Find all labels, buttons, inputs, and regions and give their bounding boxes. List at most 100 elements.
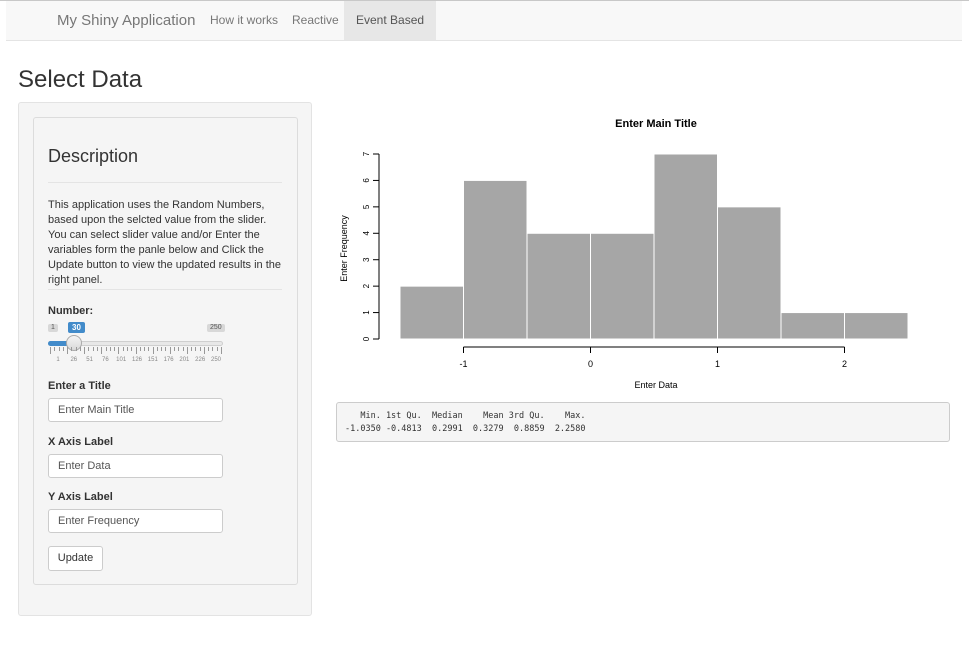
update-button[interactable]: Update [48,546,103,571]
slider-tick-label: 151 [147,357,158,363]
slider-tick [165,347,167,351]
slider-tick [62,347,64,351]
y-tick-label: 5 [362,204,371,209]
slider-tick-label: 201 [179,357,190,363]
y-axis-title: Enter Frequency [339,215,349,282]
slider-tick [109,347,111,351]
slider-max-label: 250 [207,324,225,332]
slider-tick [58,347,60,351]
slider-tick [203,347,205,354]
slider-tick [208,347,210,351]
slider-tick-label: 51 [86,357,93,363]
slider-value-label: 30 [68,322,85,333]
histogram-bar [844,312,909,340]
slider-tick [152,347,154,354]
nav-tab-event-based[interactable]: Event Based [344,1,437,40]
divider [48,182,282,183]
summary-output: Min. 1st Qu. Median Mean 3rd Qu. Max. -1… [336,402,950,442]
slider-tick [221,347,222,354]
slider-tick [84,347,86,354]
slider-tick-label: 226 [195,357,206,363]
slider-tick-label: 76 [102,357,109,363]
nav-tab-reactive[interactable]: Reactive [280,1,351,40]
y-tick-label: 4 [362,231,371,236]
slider-tick [216,347,218,351]
xaxis-input[interactable]: Enter Data [48,454,223,478]
slider-tick-label: 101 [116,357,127,363]
slider-tick [161,347,163,351]
slider-tick-label: 176 [163,357,174,363]
slider-tick [139,347,141,351]
slider-tick [178,347,180,351]
slider-tick-label: 1 [56,357,60,363]
description-title: Description [48,146,139,166]
slider-tick [97,347,99,351]
slider-tick [105,347,107,351]
slider-ticks [48,347,223,355]
slider-tick [122,347,124,351]
x-axis-title: Enter Data [634,380,677,390]
slider-tick [169,347,171,354]
y-tick-label: 7 [362,151,371,156]
nav-tab-how-it-works[interactable]: How it works [198,1,290,40]
slider-tick-label: 26 [70,357,78,363]
slider-tick [50,347,51,354]
histogram-bar [717,206,782,340]
histogram-chart: Enter Main Title -1 0 1 2 Enter Data 0 1 2 3 4 5 6 7 E… [339,118,909,390]
slider-tick [101,347,103,354]
y-tick-label: 0 [362,336,371,341]
histogram-bar [590,232,655,340]
slider-tick-labels: 1 26 51 76 101 126 151 176 201 226 250 [48,357,228,366]
slider-tick [75,347,77,351]
slider-tick [71,347,73,351]
slider-tick-label: 250 [210,357,222,363]
slider-tick [199,347,201,351]
slider-tick [144,347,146,351]
slider-tick [114,347,116,351]
x-tick-label: 0 [588,359,593,369]
slider-tick [191,347,193,351]
x-tick-label: -1 [459,359,467,369]
x-tick-label: 2 [842,359,847,369]
x-tick-label: 1 [715,359,720,369]
yaxis-input[interactable]: Enter Frequency [48,509,223,533]
slider-tick-label: 126 [131,357,143,363]
y-tick-label: 3 [362,257,371,262]
summary-header: Min. 1st Qu. Median Mean 3rd Qu. Max. [345,411,591,421]
number-label: Number: [48,305,94,317]
slider-tick [79,347,81,351]
divider [48,289,282,290]
slider-tick [212,347,214,351]
slider-tick [135,347,137,354]
chart-title: Enter Main Title [615,118,697,130]
y-tick-label: 2 [362,283,371,288]
slider-tick [54,347,56,351]
histogram-bar [780,312,845,340]
slider-tick [195,347,197,351]
summary-values: -1.0350 -0.4813 0.2991 0.3279 0.8859 2.2… [345,424,591,434]
slider-min-label: 1 [48,324,58,332]
slider-tick [88,347,90,351]
histogram-bar [526,232,591,340]
slider-tick [148,347,150,351]
slider-tick [126,347,128,351]
slider-tick [173,347,175,351]
title-input[interactable]: Enter Main Title [48,398,223,422]
title-label: Enter a Title [48,380,111,392]
page-title: Select Data [18,66,143,93]
slider-tick [186,347,188,354]
yaxis-label: Y Axis Label [48,491,113,503]
histogram-bar [399,285,464,340]
histogram-bar [463,179,528,340]
description-text: This application uses the Random Numbers… [48,199,281,286]
y-tick-label: 1 [362,310,371,315]
histogram-bar [653,153,718,340]
app-brand[interactable]: My Shiny Application [57,12,195,29]
slider-tick [118,347,120,354]
slider-tick [156,347,158,351]
slider-tick [131,347,133,351]
slider-tick [67,347,69,354]
navbar: My Shiny Application How it works Reacti… [6,1,962,41]
y-tick-label: 6 [362,178,371,183]
slider-tick [92,347,94,351]
